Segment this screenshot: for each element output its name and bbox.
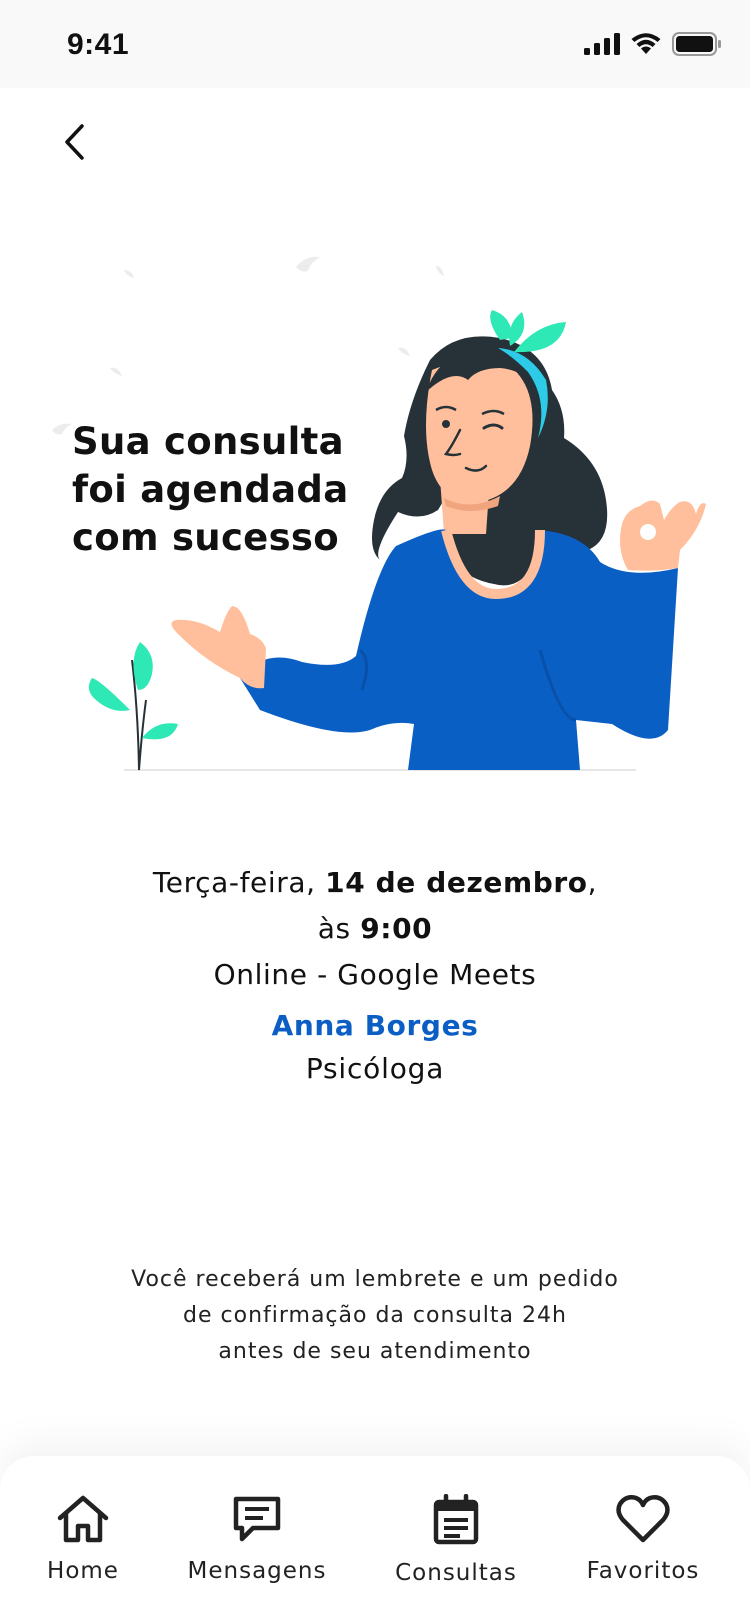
calendar-icon [433, 1494, 479, 1545]
battery-icon [672, 32, 721, 56]
tab-label: Mensagens [187, 1558, 327, 1584]
wifi-icon [631, 33, 661, 54]
title-line: Sua consulta [72, 420, 344, 463]
tab-label: Home [47, 1558, 119, 1584]
tab-messages[interactable]: Mensagens [180, 1494, 334, 1584]
appointment-location: Online - Google Meets [213, 958, 537, 991]
cellular-signal-icon [584, 33, 620, 55]
back-button[interactable] [52, 112, 98, 172]
tab-home[interactable]: Home [35, 1494, 131, 1584]
status-time: 9:41 [67, 28, 130, 61]
appointment-day: 14 de dezembro [325, 866, 588, 899]
page-title: Sua consulta foi agendada com sucesso [72, 418, 372, 562]
tab-favorites[interactable]: Favoritos [578, 1494, 708, 1584]
reminder-line: antes de seu atendimento [218, 1339, 532, 1364]
appointment-time-value: 9:00 [360, 912, 433, 945]
title-line: com sucesso [72, 516, 339, 559]
background-blobs [52, 256, 444, 435]
appointment-weekday: Terça-feira, [152, 866, 326, 899]
tab-appointments[interactable]: Consultas [386, 1494, 526, 1586]
appointment-date: Terça-feira, 14 de dezembro, [0, 860, 750, 906]
appointment-time: às 9:00 [0, 906, 750, 952]
appointment-date-suffix: , [587, 866, 598, 899]
message-icon [233, 1496, 281, 1542]
status-icons [584, 32, 722, 56]
reminder-text: Você receberá um lembrete e um pedido de… [0, 1262, 750, 1370]
chevron-left-icon [65, 124, 84, 160]
tab-label: Consultas [395, 1560, 517, 1586]
heart-icon [616, 1495, 670, 1543]
status-bar: 9:41 [0, 0, 750, 88]
reminder-line: de confirmação da consulta 24h [183, 1303, 567, 1328]
reminder-line: Você receberá um lembrete e um pedido [131, 1267, 619, 1292]
tab-label: Favoritos [586, 1558, 700, 1584]
appointment-time-prefix: às [317, 912, 361, 945]
title-line: foi agendada [72, 468, 349, 511]
appointment-details: Terça-feira, 14 de dezembro, às 9:00 Onl… [0, 860, 750, 1092]
professional-role: Psicóloga [305, 1052, 445, 1085]
professional-name-link[interactable]: Anna Borges [0, 1006, 750, 1046]
bottom-tab-bar: Home Mensagens Consultas Favoritos [0, 1456, 750, 1624]
plant-illustration [88, 642, 178, 771]
home-icon [57, 1495, 109, 1543]
